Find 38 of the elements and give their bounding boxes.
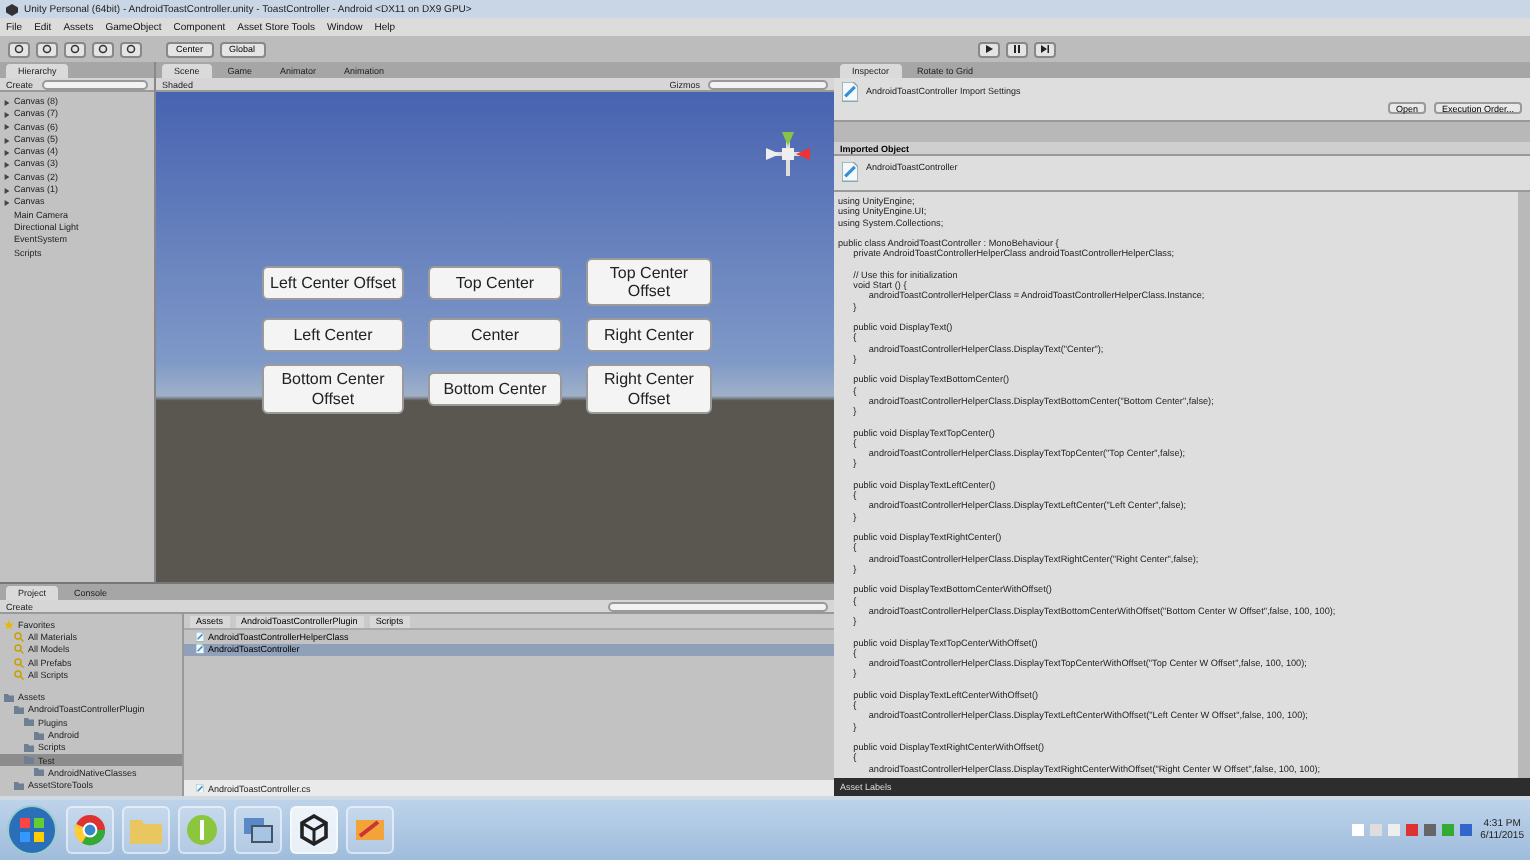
star-icon: [4, 619, 14, 630]
circle-icon: [98, 44, 108, 54]
search-field[interactable]: [608, 601, 828, 611]
start-button[interactable]: [6, 804, 58, 856]
circle-icon: [42, 44, 52, 54]
step-button[interactable]: [1034, 41, 1056, 57]
taskbar-button[interactable]: [234, 806, 282, 854]
circle-icon: [70, 44, 80, 54]
search-field[interactable]: [708, 79, 828, 89]
pause-button[interactable]: [1006, 41, 1028, 57]
ui-button[interactable]: Top Center: [428, 265, 562, 300]
step-icon: [1040, 44, 1050, 54]
folder-icon: [130, 816, 162, 844]
script-icon: [842, 162, 858, 182]
play-icon: [984, 44, 994, 54]
ui-button[interactable]: Left Center: [262, 318, 404, 353]
ui-button[interactable]: Top Center Offset: [586, 258, 712, 307]
search-field[interactable]: [41, 79, 148, 89]
circle-icon: [126, 44, 136, 54]
script-icon: [196, 783, 204, 793]
script-icon: [842, 82, 858, 102]
ui-button[interactable]: Center: [428, 318, 562, 353]
ui-button[interactable]: Bottom Center: [428, 372, 562, 407]
browser-icon: [74, 814, 106, 846]
play-button[interactable]: [978, 41, 1000, 57]
axis-gizmo-icon[interactable]: [762, 128, 814, 180]
ui-button[interactable]: Right Center Offset: [586, 364, 712, 414]
circle-icon: [14, 44, 24, 54]
network-icon: [242, 816, 274, 844]
paint-icon: [354, 816, 386, 844]
circle-icon: [186, 814, 218, 846]
taskbar-button[interactable]: [290, 806, 338, 854]
tray-icons[interactable]: [1352, 822, 1473, 838]
pause-icon: [1012, 44, 1022, 54]
ui-button[interactable]: Right Center: [586, 318, 712, 353]
ui-button[interactable]: Bottom Center Offset: [262, 364, 404, 414]
cube-icon: [298, 814, 330, 846]
ui-button[interactable]: Left Center Offset: [262, 265, 404, 300]
